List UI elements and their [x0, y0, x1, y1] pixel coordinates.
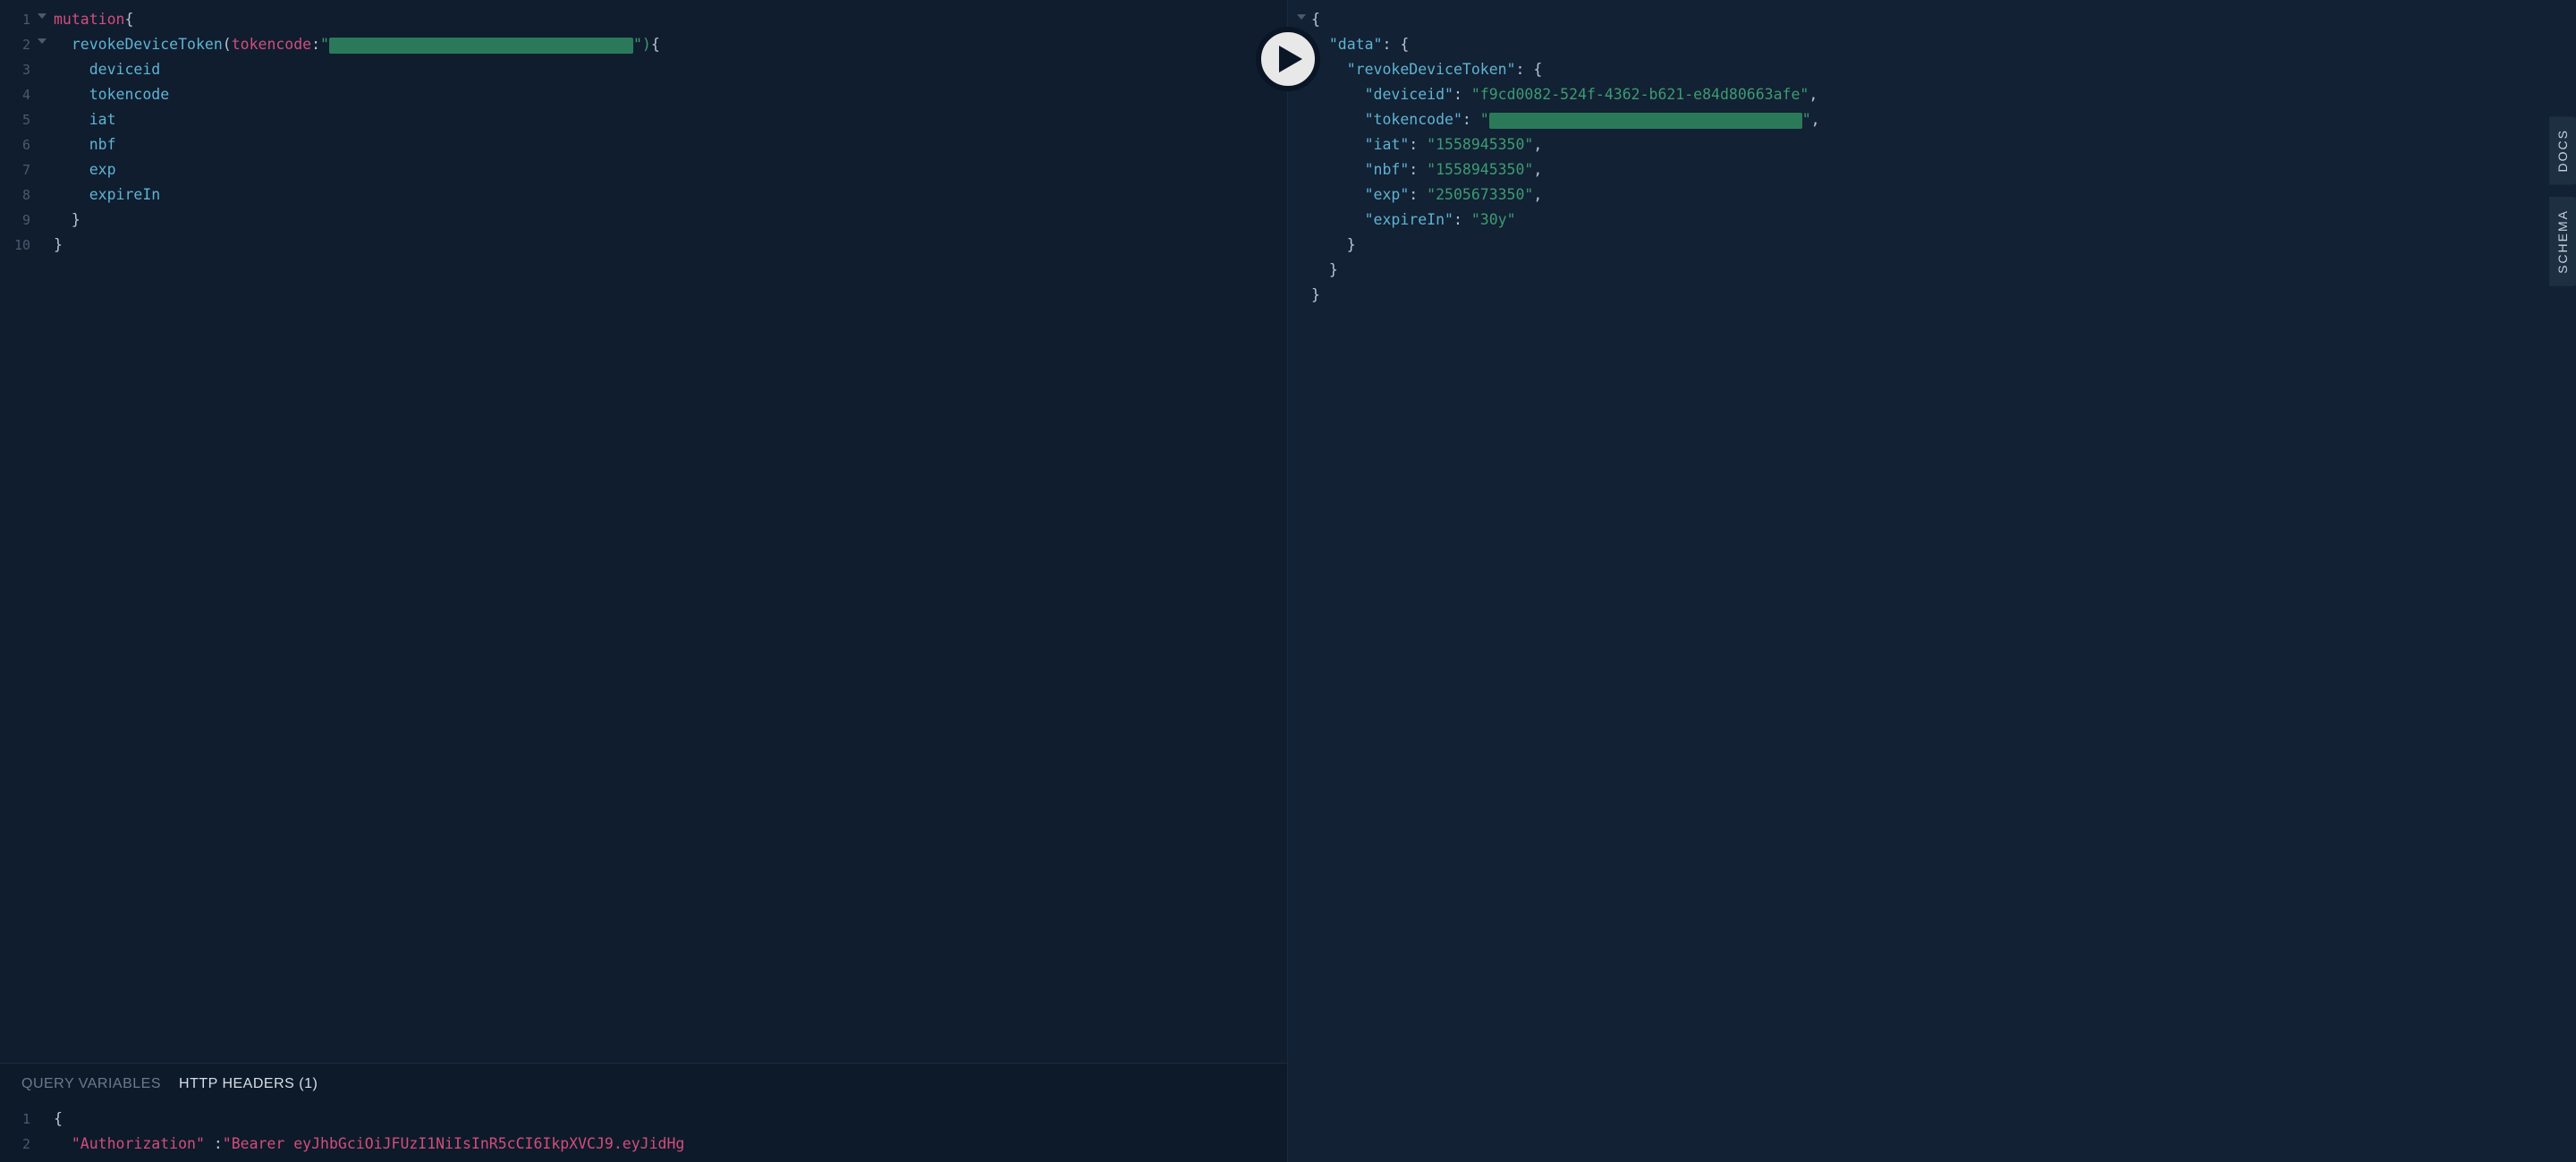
response-code: { "data": { "revokeDeviceToken": { "devi… — [1311, 7, 1820, 308]
response-viewer[interactable]: { "data": { "revokeDeviceToken": { "devi… — [1288, 0, 2576, 315]
line-number: 6 — [0, 132, 36, 157]
line-number: 5 — [0, 107, 36, 132]
response-pane: { "data": { "revokeDeviceToken": { "devi… — [1288, 0, 2576, 1162]
graphql-playground: 12345678910 mutation{ revokeDeviceToken(… — [0, 0, 2576, 1162]
tab-schema[interactable]: SCHEMA — [2549, 197, 2576, 286]
line-number: 7 — [0, 157, 36, 182]
tab-http-headers[interactable]: HTTP HEADERS (1) — [179, 1076, 318, 1092]
line-number: 10 — [0, 233, 36, 258]
bottom-tabs: QUERY VARIABLES HTTP HEADERS (1) — [0, 1064, 1287, 1101]
variables-headers-panel: QUERY VARIABLES HTTP HEADERS (1) 12 { "A… — [0, 1063, 1287, 1162]
line-number: 2 — [0, 32, 36, 57]
line-gutter: 12345678910 — [0, 0, 36, 1063]
headers-gutter: 12 — [0, 1101, 36, 1157]
tab-docs[interactable]: DOCS — [2549, 116, 2576, 184]
fold-toggle-icon[interactable] — [38, 13, 47, 19]
line-number: 4 — [0, 82, 36, 107]
tab-query-variables[interactable]: QUERY VARIABLES — [21, 1076, 161, 1092]
line-number: 2 — [0, 1132, 36, 1157]
headers-code[interactable]: { "Authorization" :"Bearer eyJhbGciOiJFU… — [36, 1101, 1287, 1157]
fold-toggle-icon[interactable] — [38, 38, 47, 44]
line-number: 8 — [0, 182, 36, 208]
line-number: 9 — [0, 208, 36, 233]
side-tabs: DOCS SCHEMA — [2549, 116, 2576, 286]
query-pane: 12345678910 mutation{ revokeDeviceToken(… — [0, 0, 1288, 1162]
line-number: 1 — [0, 7, 36, 32]
line-number: 1 — [0, 1107, 36, 1132]
line-number: 3 — [0, 57, 36, 82]
play-icon — [1279, 46, 1302, 72]
fold-toggle-icon[interactable] — [1297, 14, 1306, 20]
query-code[interactable]: mutation{ revokeDeviceToken(tokencode:""… — [36, 0, 1287, 1063]
query-editor[interactable]: 12345678910 mutation{ revokeDeviceToken(… — [0, 0, 1287, 1063]
headers-editor[interactable]: 12 { "Authorization" :"Bearer eyJhbGciOi… — [0, 1101, 1287, 1162]
execute-button[interactable] — [1256, 27, 1320, 91]
